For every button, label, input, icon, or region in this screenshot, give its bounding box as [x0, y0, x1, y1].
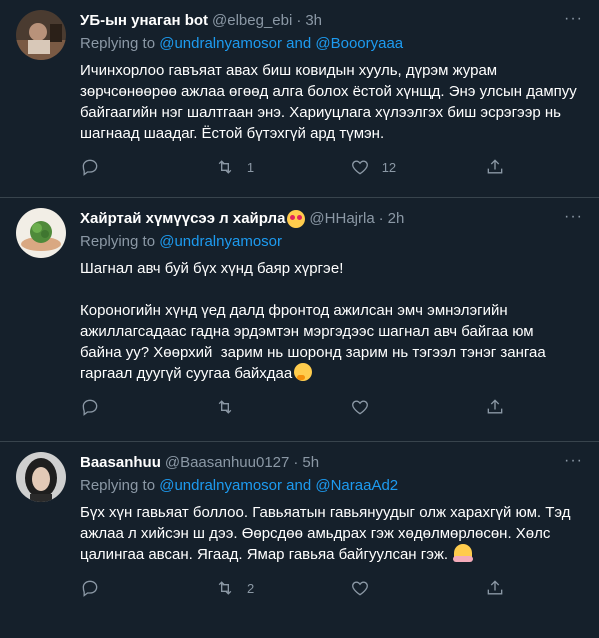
heart-eyes-emoji-icon: [287, 210, 306, 228]
tweet-text-container: Бүх хүн гавьяат боллоо. Гавьяатын гавьян…: [80, 502, 583, 565]
tweet-text: Бүх хүн гавьяат боллоо. Гавьяатын гавьян…: [80, 504, 575, 563]
tweet[interactable]: Хайртай хүмүүсээ л хайрла @HHajrla · 2h …: [0, 198, 599, 442]
reply-button[interactable]: [80, 578, 126, 598]
author-name[interactable]: УБ-ын унаган bot: [80, 10, 208, 32]
more-options-icon[interactable]: ···: [564, 452, 583, 470]
retweet-count: 1: [246, 159, 255, 175]
replying-to-mentions[interactable]: @undralnyamosor and @Boooryaaa: [159, 35, 403, 52]
share-icon: [487, 159, 503, 174]
tweet-text-container: Шагнал авч буй бүх хүнд баяр хүргэе! Кор…: [80, 258, 583, 384]
avatar[interactable]: [16, 452, 66, 502]
replying-to: Replying to @undralnyamosor: [80, 232, 583, 252]
conversation-timeline: УБ-ын унаган bot @elbeg_ebi · 3h ··· Rep…: [0, 0, 599, 638]
like-count: 12: [381, 159, 397, 175]
share-button[interactable]: [485, 397, 505, 417]
retweet-count: 2: [247, 580, 255, 596]
replying-to-label: Replying to: [80, 233, 160, 250]
share-icon: [487, 399, 503, 414]
reply-button[interactable]: [80, 157, 126, 177]
more-options-icon[interactable]: ···: [564, 208, 583, 226]
tweet-text: Шагнал авч буй бүх хүнд баяр хүргэе! Кор…: [80, 260, 546, 382]
more-options-icon[interactable]: ···: [564, 10, 583, 28]
retweet-button[interactable]: 1: [215, 157, 261, 177]
author-name[interactable]: Baasanhuu: [80, 452, 161, 474]
tweet-header: Хайртай хүмүүсээ л хайрла @HHajrla · 2h: [80, 208, 583, 230]
author-handle[interactable]: @HHajrla: [309, 208, 374, 230]
separator-dot: ·: [296, 12, 302, 29]
share-icon: [487, 580, 503, 595]
separator-dot: ·: [378, 210, 384, 227]
tweet-time[interactable]: 5h: [302, 452, 319, 474]
tweet-time[interactable]: 2h: [388, 208, 405, 230]
heart-icon: [351, 160, 368, 175]
share-button[interactable]: [485, 578, 505, 598]
reply-icon: [82, 399, 98, 416]
replying-to-mentions[interactable]: @undralnyamosor: [159, 233, 282, 250]
retweet-icon: [218, 581, 232, 595]
avatar[interactable]: [16, 208, 66, 258]
like-button[interactable]: [350, 397, 396, 417]
replying-to-label: Replying to: [80, 35, 160, 52]
heart-icon: [352, 581, 368, 596]
tweet-actions: [80, 387, 505, 427]
avatar-image: [16, 10, 66, 60]
retweet-button[interactable]: [215, 397, 261, 417]
replying-to-label: Replying to: [80, 477, 160, 494]
thinking-emoji-icon: [294, 363, 313, 381]
person-shrugging-emoji-icon: [453, 544, 474, 562]
author-handle[interactable]: @Baasanhuu0127: [165, 452, 290, 474]
tweet[interactable]: УБ-ын унаган bot @elbeg_ebi · 3h ··· Rep…: [0, 0, 599, 198]
reply-button[interactable]: [80, 397, 126, 417]
reply-icon: [82, 580, 98, 597]
heart-icon: [352, 400, 368, 415]
author-name[interactable]: Хайртай хүмүүсээ л хайрла: [80, 208, 285, 230]
tweet[interactable]: Baasanhuu @Baasanhuu0127 · 5h ··· Replyi…: [0, 442, 599, 638]
tweet-actions: 2: [80, 568, 505, 608]
avatar[interactable]: [16, 10, 66, 60]
replying-to-mentions[interactable]: @undralnyamosor and @NaraaAd2: [159, 477, 398, 494]
avatar-image: [16, 208, 66, 258]
tweet-header: Baasanhuu @Baasanhuu0127 · 5h: [80, 452, 583, 474]
retweet-icon: [218, 400, 232, 414]
author-handle[interactable]: @elbeg_ebi: [212, 10, 292, 32]
replying-to: Replying to @undralnyamosor and @NaraaAd…: [80, 476, 583, 496]
share-button[interactable]: [485, 157, 505, 177]
avatar-image: [16, 452, 66, 502]
tweet-actions: 1 12: [80, 147, 505, 187]
tweet-time[interactable]: 3h: [305, 10, 322, 32]
tweet-text: Ичинхорлоо гавъяат авах биш ковидын хуул…: [80, 62, 581, 142]
replying-to: Replying to @undralnyamosor and @Booorya…: [80, 34, 583, 54]
reply-icon: [82, 159, 98, 176]
separator-dot: ·: [293, 454, 299, 471]
like-button[interactable]: [350, 578, 396, 598]
retweet-button[interactable]: 2: [215, 578, 261, 598]
tweet-header: УБ-ын унаган bot @elbeg_ebi · 3h: [80, 10, 583, 32]
like-button[interactable]: 12: [350, 157, 396, 177]
retweet-icon: [218, 160, 232, 174]
